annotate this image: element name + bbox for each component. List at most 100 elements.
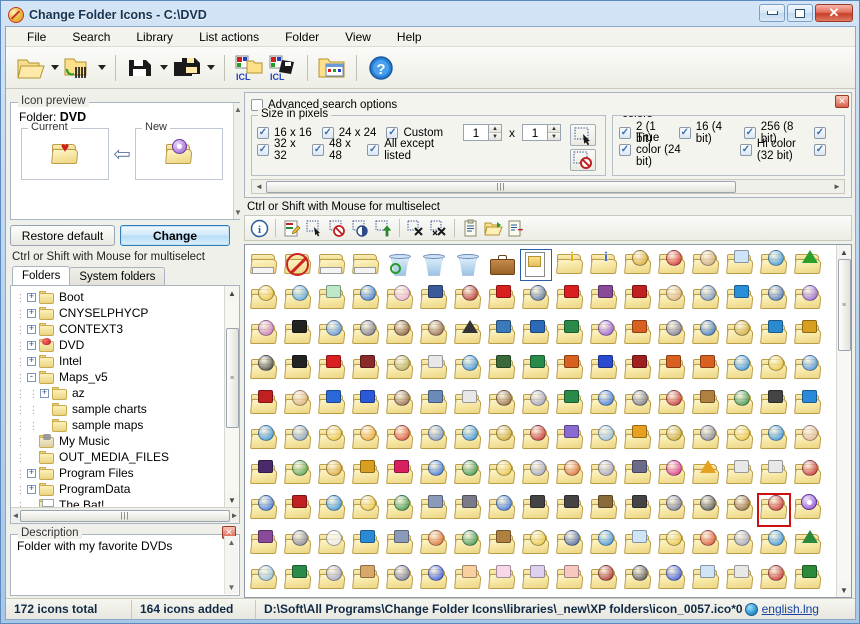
paste-button[interactable]: [482, 217, 505, 239]
create-icl-button[interactable]: ICL: [232, 51, 266, 85]
icon-cell[interactable]: i: [554, 249, 586, 281]
new-icon-box[interactable]: New: [135, 128, 223, 180]
tree-node[interactable]: ︙+CNYSELPHYCP: [14, 305, 224, 321]
menu-file[interactable]: File: [14, 28, 59, 46]
icon-cell[interactable]: [486, 319, 518, 351]
preview-scrollbar[interactable]: ▲ ▼: [233, 103, 242, 219]
info-button[interactable]: i: [248, 217, 271, 239]
library-folder-dropdown[interactable]: [95, 51, 108, 85]
icon-cell[interactable]: [418, 529, 450, 561]
icon-cell[interactable]: [724, 529, 756, 561]
icon-cell[interactable]: [588, 459, 620, 491]
size-option-48[interactable]: 48 x 48: [312, 138, 357, 162]
icon-cell[interactable]: [350, 354, 382, 386]
icon-cell[interactable]: [384, 354, 416, 386]
icon-cell[interactable]: [384, 529, 416, 561]
export-button[interactable]: [505, 217, 528, 239]
grid-scroll-thumb[interactable]: ≡: [838, 259, 851, 351]
icon-cell[interactable]: [690, 284, 722, 316]
tree-vscrollbar[interactable]: ▲ ≡ ▼: [224, 286, 239, 507]
icon-grid[interactable]: ii: [245, 245, 836, 597]
tree-expander[interactable]: +: [27, 469, 36, 478]
icon-cell[interactable]: [656, 389, 688, 421]
tree-node[interactable]: ︙+ProgramData: [14, 481, 224, 497]
icon-cell[interactable]: [792, 354, 824, 386]
icon-cell[interactable]: [248, 284, 280, 316]
icon-cell[interactable]: [248, 389, 280, 421]
menu-folder[interactable]: Folder: [272, 28, 332, 46]
icon-cell[interactable]: [350, 564, 382, 596]
exclude-size-button[interactable]: [570, 149, 596, 171]
icon-cell[interactable]: [724, 389, 756, 421]
icon-cell[interactable]: [350, 319, 382, 351]
color-truecolor-checkbox[interactable]: [619, 144, 631, 156]
menu-help[interactable]: Help: [384, 28, 435, 46]
icon-cell[interactable]: [724, 494, 756, 526]
icon-cell[interactable]: [452, 494, 484, 526]
color-overflow-1-checkbox[interactable]: [814, 127, 826, 139]
select-icons-button[interactable]: [303, 217, 326, 239]
icon-cell[interactable]: [724, 564, 756, 596]
icon-cell[interactable]: [248, 354, 280, 386]
icon-cell[interactable]: [350, 529, 382, 561]
description-scroll-up-icon[interactable]: ▲: [228, 538, 236, 547]
icon-cell[interactable]: [248, 249, 280, 281]
adv-hscroll-left-icon[interactable]: ◄: [252, 182, 266, 191]
icon-cell[interactable]: [316, 494, 348, 526]
size-option-32[interactable]: 32 x 32: [257, 138, 302, 162]
icon-cell[interactable]: [520, 389, 552, 421]
copy-button[interactable]: [459, 217, 482, 239]
icon-cell[interactable]: [656, 319, 688, 351]
icon-cell[interactable]: [588, 494, 620, 526]
icon-cell[interactable]: [792, 389, 824, 421]
icon-cell[interactable]: [486, 249, 518, 281]
icon-cell[interactable]: [452, 424, 484, 456]
icon-cell[interactable]: [418, 249, 450, 281]
size-48-checkbox[interactable]: [312, 144, 324, 156]
tree-node[interactable]: ︙+Boot: [14, 289, 224, 305]
icon-cell[interactable]: [316, 424, 348, 456]
custom-height-stepper[interactable]: ▲ ▼: [548, 124, 561, 141]
icon-cell[interactable]: [622, 459, 654, 491]
tree-scroll-thumb[interactable]: ≡: [226, 328, 239, 428]
icon-cell[interactable]: [418, 319, 450, 351]
tree-hscrollbar[interactable]: ◄ ||| ►: [11, 507, 239, 523]
restore-default-button[interactable]: Restore default: [10, 225, 115, 246]
icon-cell[interactable]: [622, 319, 654, 351]
icon-cell[interactable]: [622, 389, 654, 421]
icon-cell[interactable]: [588, 284, 620, 316]
icon-cell[interactable]: [282, 564, 314, 596]
maximize-button[interactable]: [787, 4, 813, 22]
icon-cell[interactable]: [792, 284, 824, 316]
color-option-truecolor[interactable]: True color (24 bit): [619, 132, 687, 168]
advanced-hscrollbar[interactable]: ◄ ||| ►: [251, 179, 845, 194]
move-up-button[interactable]: [372, 217, 395, 239]
grid-vscrollbar[interactable]: ▲ ≡ ▼: [836, 245, 851, 597]
deselect-icons-button[interactable]: [326, 217, 349, 239]
icon-cell[interactable]: [554, 529, 586, 561]
icon-cell[interactable]: [418, 494, 450, 526]
icon-cell[interactable]: [486, 424, 518, 456]
icon-cell[interactable]: [554, 284, 586, 316]
icon-cell[interactable]: [248, 459, 280, 491]
icon-cell[interactable]: [554, 494, 586, 526]
icon-cell[interactable]: [656, 459, 688, 491]
save-button[interactable]: [123, 51, 157, 85]
icon-cell[interactable]: [656, 424, 688, 456]
icon-cell[interactable]: [690, 459, 722, 491]
color-option-hicolor[interactable]: Hi color (32 bit): [740, 138, 800, 162]
icon-cell[interactable]: [418, 424, 450, 456]
icon-cell[interactable]: [384, 389, 416, 421]
icon-cell[interactable]: [384, 319, 416, 351]
icon-cell[interactable]: [690, 249, 722, 281]
icon-cell[interactable]: [248, 494, 280, 526]
save-dropdown[interactable]: [157, 51, 170, 85]
tree-node[interactable]: ︙The Bat!: [14, 497, 224, 507]
icon-cell[interactable]: [690, 424, 722, 456]
icon-cell[interactable]: [690, 529, 722, 561]
icon-cell[interactable]: [350, 389, 382, 421]
icon-cell[interactable]: [622, 529, 654, 561]
icon-cell[interactable]: [452, 459, 484, 491]
icon-cell[interactable]: [622, 424, 654, 456]
select-size-button[interactable]: [570, 124, 596, 146]
